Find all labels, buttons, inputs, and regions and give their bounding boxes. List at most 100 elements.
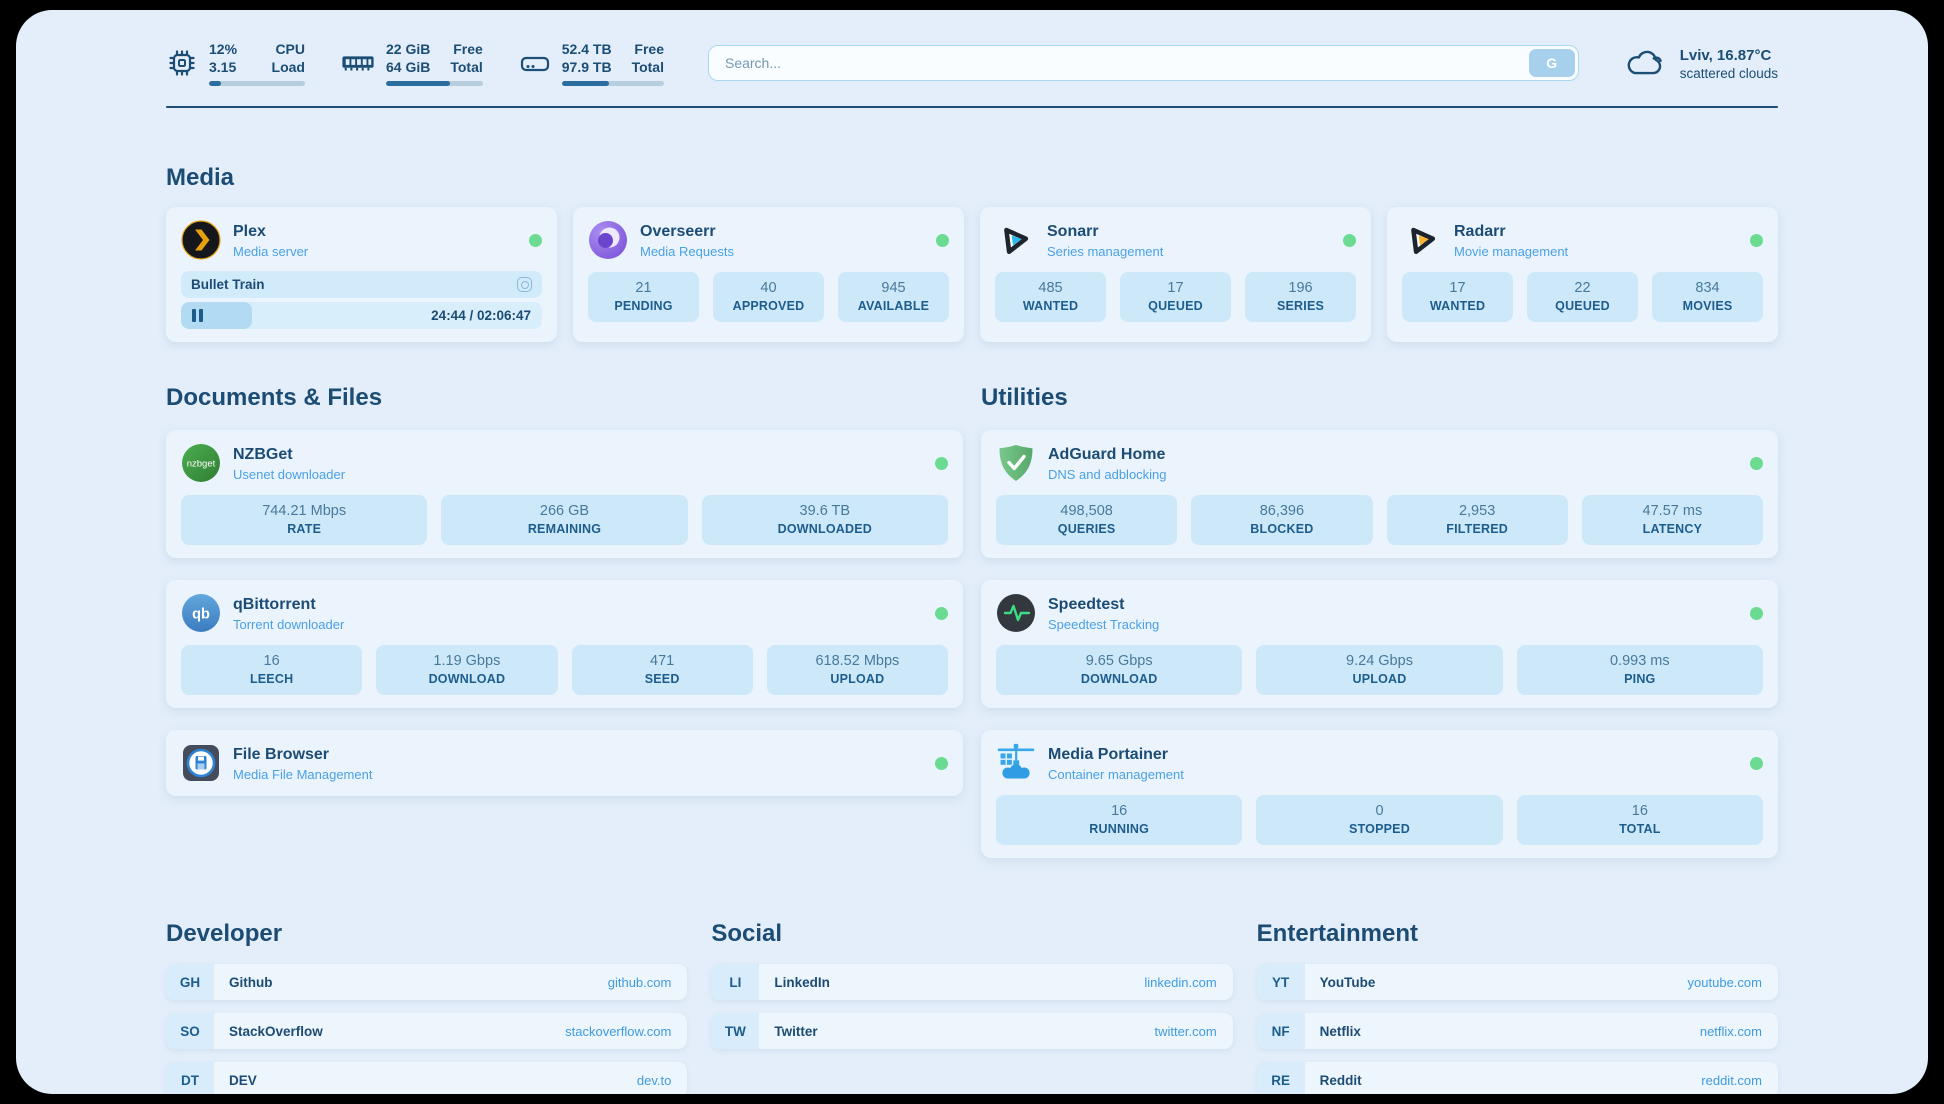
- adguard-card[interactable]: AdGuard Home DNS and adblocking 498,508Q…: [981, 430, 1778, 558]
- developer-section-title: Developer: [166, 920, 687, 948]
- media-grid: Plex Media server Bullet Train 24:44 / 0…: [166, 207, 1778, 342]
- stat-tile: 9.65 GbpsDOWNLOAD: [996, 645, 1242, 695]
- weather-condition: scattered clouds: [1680, 66, 1778, 81]
- card-title: qBittorrent: [233, 595, 344, 614]
- cpu-progress-fill: [209, 81, 221, 86]
- stat-tile: 1.19 GbpsDOWNLOAD: [376, 645, 557, 695]
- card-title: Sonarr: [1047, 222, 1163, 241]
- stat-tile: 0STOPPED: [1256, 795, 1502, 845]
- stat-tile: 47.57 msLATENCY: [1582, 495, 1763, 545]
- documents-column: Documents & Files nzbget NZBGet Usenet d…: [166, 384, 963, 858]
- status-dot: [936, 234, 949, 247]
- bookmark-name: LinkedIn: [774, 975, 830, 990]
- filebrowser-card[interactable]: File Browser Media File Management: [166, 730, 963, 796]
- cpu-progress-track: [209, 81, 305, 86]
- stat-tile: 17WANTED: [1402, 272, 1513, 322]
- memory-stat: 22 GiB 64 GiB Free Total: [341, 40, 483, 86]
- stat-tile: 266 GBREMAINING: [441, 495, 687, 545]
- disk-progress-fill: [562, 81, 609, 86]
- memory-free-value: 22 GiB: [386, 40, 430, 58]
- bookmark-github[interactable]: GH Github github.com: [166, 964, 687, 1000]
- stat-tile: 744.21 MbpsRATE: [181, 495, 427, 545]
- bookmark-name: Reddit: [1320, 1073, 1362, 1088]
- qbittorrent-card[interactable]: qb qBittorrent Torrent downloader 16LEEC…: [166, 580, 963, 708]
- card-subtitle: DNS and adblocking: [1048, 467, 1167, 482]
- bookmark-dev[interactable]: DT DEV dev.to: [166, 1062, 687, 1094]
- search-input[interactable]: [708, 45, 1579, 81]
- memory-total-value: 64 GiB: [386, 58, 430, 76]
- weather-location-temp: Lviv, 16.87°C: [1680, 46, 1778, 66]
- bookmark-name: DEV: [229, 1073, 257, 1088]
- card-title: Radarr: [1454, 222, 1568, 241]
- overseerr-card[interactable]: Overseerr Media Requests 21PENDING 40APP…: [573, 207, 964, 342]
- memory-free-label: Free: [450, 40, 482, 58]
- disk-icon: [519, 47, 551, 79]
- system-stats: 12% 3.15 CPU Load: [166, 40, 664, 86]
- card-subtitle: Speedtest Tracking: [1048, 617, 1159, 632]
- stat-tile: 9.24 GbpsUPLOAD: [1256, 645, 1502, 695]
- radarr-card[interactable]: Radarr Movie management 17WANTED 22QUEUE…: [1387, 207, 1778, 342]
- card-title: File Browser: [233, 745, 372, 764]
- top-bar: 12% 3.15 CPU Load: [166, 40, 1778, 86]
- weather-widget[interactable]: Lviv, 16.87°C scattered clouds: [1623, 46, 1778, 81]
- entertainment-section: Entertainment YT YouTube youtube.com NF …: [1257, 920, 1778, 1094]
- memory-total-label: Total: [450, 58, 482, 76]
- playback-progress-bar[interactable]: 24:44 / 02:06:47: [181, 302, 542, 329]
- media-session-icon[interactable]: [517, 277, 532, 292]
- plex-card[interactable]: Plex Media server Bullet Train 24:44 / 0…: [166, 207, 557, 342]
- bookmark-name: Twitter: [774, 1024, 817, 1039]
- stat-tile: 618.52 MbpsUPLOAD: [767, 645, 948, 695]
- card-title: Overseerr: [640, 222, 734, 241]
- pause-icon: [192, 309, 203, 322]
- speedtest-card[interactable]: Speedtest Speedtest Tracking 9.65 GbpsDO…: [981, 580, 1778, 708]
- nzbget-card[interactable]: nzbget NZBGet Usenet downloader 744.21 M…: [166, 430, 963, 558]
- bookmark-youtube[interactable]: YT YouTube youtube.com: [1257, 964, 1778, 1000]
- card-title: AdGuard Home: [1048, 445, 1167, 464]
- stat-tile: 21PENDING: [588, 272, 699, 322]
- cpu-icon: [166, 47, 198, 79]
- stat-tile: 17QUEUED: [1120, 272, 1231, 322]
- status-dot: [935, 757, 948, 770]
- bookmark-url: reddit.com: [1701, 1073, 1762, 1088]
- search-bar: G: [708, 45, 1579, 81]
- bookmark-name: StackOverflow: [229, 1024, 323, 1039]
- cpu-stat: 12% 3.15 CPU Load: [166, 40, 305, 86]
- social-section-title: Social: [711, 920, 1232, 948]
- bookmark-netflix[interactable]: NF Netflix netflix.com: [1257, 1013, 1778, 1049]
- bookmark-reddit[interactable]: RE Reddit reddit.com: [1257, 1062, 1778, 1094]
- stat-tile: 485WANTED: [995, 272, 1106, 322]
- stat-tile: 86,396BLOCKED: [1191, 495, 1372, 545]
- card-subtitle: Container management: [1048, 767, 1184, 782]
- card-subtitle: Media server: [233, 244, 308, 259]
- stat-tile: 16TOTAL: [1517, 795, 1763, 845]
- sonarr-card[interactable]: Sonarr Series management 485WANTED 17QUE…: [980, 207, 1371, 342]
- bookmark-name: Github: [229, 975, 273, 990]
- media-section-title: Media: [166, 164, 1778, 192]
- stat-tile: 40APPROVED: [713, 272, 824, 322]
- memory-progress-track: [386, 81, 483, 86]
- cpu-load-label: Load: [272, 58, 305, 76]
- cpu-label: CPU: [272, 40, 305, 58]
- bookmark-url: dev.to: [637, 1073, 671, 1088]
- bookmark-abbr: NF: [1257, 1013, 1305, 1049]
- search-engine-button[interactable]: G: [1529, 49, 1575, 77]
- documents-section-title: Documents & Files: [166, 384, 963, 412]
- stat-tile: 498,508QUERIES: [996, 495, 1177, 545]
- stat-tile: 945AVAILABLE: [838, 272, 949, 322]
- status-dot: [1750, 757, 1763, 770]
- stat-tile: 16LEECH: [181, 645, 362, 695]
- cpu-percent: 12%: [209, 40, 237, 58]
- now-playing-widget: Bullet Train 24:44 / 02:06:47: [181, 271, 542, 329]
- disk-free-value: 52.4 TB: [562, 40, 612, 58]
- filebrowser-icon: [181, 743, 221, 783]
- bookmark-twitter[interactable]: TW Twitter twitter.com: [711, 1013, 1232, 1049]
- plex-icon: [181, 220, 221, 260]
- bookmark-stackoverflow[interactable]: SO StackOverflow stackoverflow.com: [166, 1013, 687, 1049]
- bookmark-abbr: SO: [166, 1013, 214, 1049]
- bookmark-linkedin[interactable]: LI LinkedIn linkedin.com: [711, 964, 1232, 1000]
- card-title: NZBGet: [233, 445, 345, 464]
- portainer-card[interactable]: Media Portainer Container management 16R…: [981, 730, 1778, 858]
- bookmark-name: Netflix: [1320, 1024, 1361, 1039]
- overseerr-icon: [588, 220, 628, 260]
- disk-total-value: 97.9 TB: [562, 58, 612, 76]
